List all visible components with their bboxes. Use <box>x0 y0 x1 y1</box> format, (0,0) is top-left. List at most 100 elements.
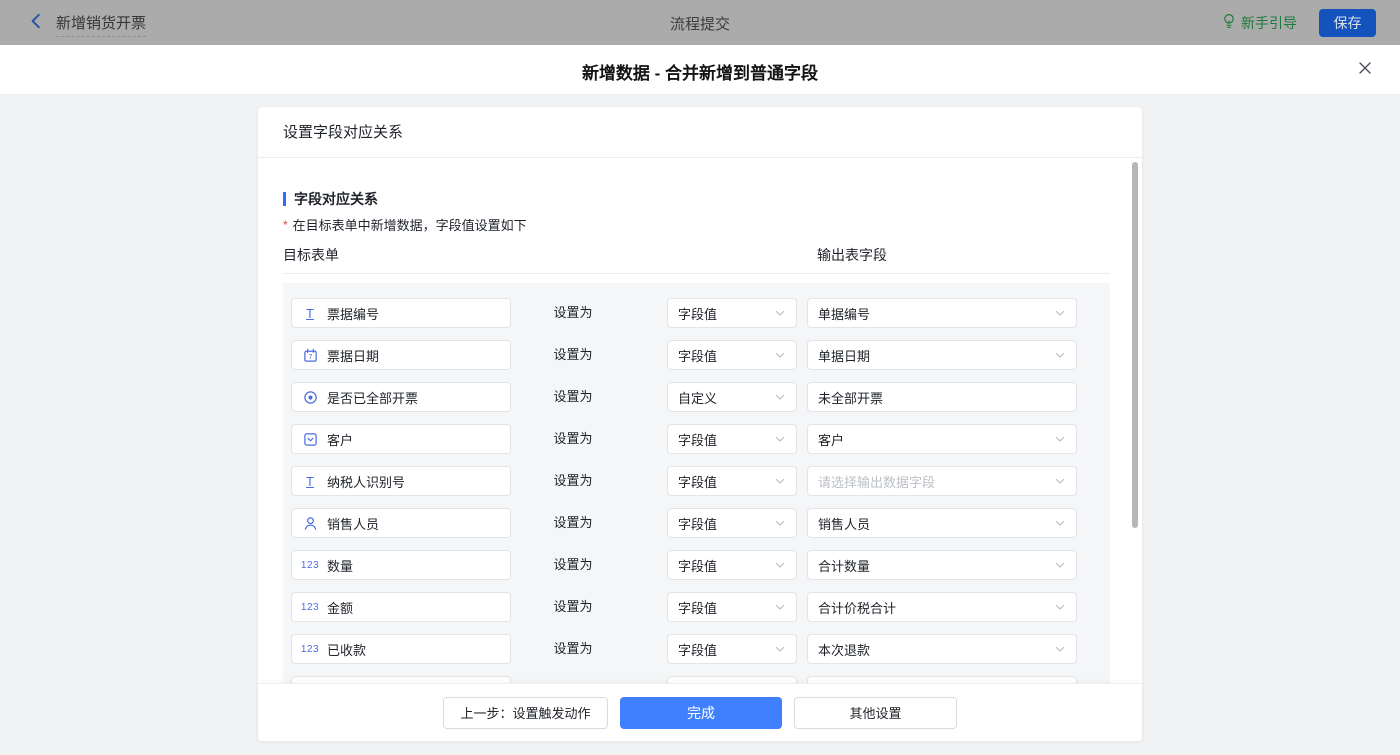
output-field-select[interactable]: 单据日期 <box>807 340 1077 370</box>
output-field-label: 单据日期 <box>818 346 870 365</box>
user-field-icon <box>302 516 318 531</box>
set-as-label: 设置为 <box>533 424 613 454</box>
chevron-down-icon <box>1054 517 1066 529</box>
chevron-down-icon <box>1054 643 1066 655</box>
output-field-select[interactable]: 本次退款 <box>807 634 1077 664</box>
mapping-row: T 票据编号 设置为 字段值 单据编号 <box>283 298 1110 328</box>
value-mode-select[interactable]: 字段值 <box>667 592 797 622</box>
chevron-down-icon <box>774 643 786 655</box>
output-field-label: 合计数量 <box>818 556 870 575</box>
vertical-scrollbar[interactable] <box>1132 162 1138 528</box>
text-field-icon: T <box>302 306 318 321</box>
target-field: 123 已收款 <box>291 634 511 664</box>
value-mode-label: 字段值 <box>678 598 717 617</box>
output-field-select[interactable]: 合计数量 <box>807 550 1077 580</box>
mapping-row: 是否已全部开票 设置为 自定义 未全部开票 <box>283 382 1110 412</box>
mapping-row: 客户 设置为 字段值 客户 <box>283 424 1110 454</box>
screen: 新增销货开票 流程提交 新手引导 保存 新增数据 - 合并新增到普通字段 <box>0 0 1400 755</box>
number-field-icon: 123 <box>302 560 318 571</box>
chevron-down-icon <box>774 307 786 319</box>
save-button[interactable]: 保存 <box>1319 9 1376 37</box>
target-field: T 纳税人识别号 <box>291 466 511 496</box>
column-headers: 目标表单 输出表字段 <box>283 245 1110 265</box>
value-mode-label: 字段值 <box>678 640 717 659</box>
target-field-label: 客户 <box>327 430 353 449</box>
set-as-label: 设置为 <box>533 340 613 370</box>
mapping-row: T 纳税人识别号 设置为 字段值 请选择输出数据字段 <box>283 466 1110 496</box>
mapping-row <box>283 676 1110 683</box>
output-field-label: 未全部开票 <box>818 388 883 407</box>
field-mapping-card: 设置字段对应关系 字段对应关系 * 在目标表单中新增数据，字段值设置如下 目标表单… <box>258 107 1142 741</box>
value-mode-select[interactable]: 字段值 <box>667 466 797 496</box>
section-title: 字段对应关系 <box>294 189 378 209</box>
target-field-label: 是否已全部开票 <box>327 388 418 407</box>
target-field-label: 数量 <box>327 556 353 575</box>
column-target-form: 目标表单 <box>283 245 339 265</box>
column-output-field: 输出表字段 <box>817 245 887 265</box>
mapping-row: 123 金额 设置为 字段值 合计价税合计 <box>283 592 1110 622</box>
card-header-title: 设置字段对应关系 <box>283 107 403 158</box>
output-field-select[interactable]: 客户 <box>807 424 1077 454</box>
chevron-down-icon <box>1054 307 1066 319</box>
chevron-down-icon <box>774 601 786 613</box>
done-button[interactable]: 完成 <box>620 697 782 729</box>
previous-step-button[interactable]: 上一步：设置触发动作 <box>443 697 608 729</box>
value-mode-select[interactable]: 字段值 <box>667 550 797 580</box>
value-mode-label: 字段值 <box>678 472 717 491</box>
section-heading: 字段对应关系 <box>283 189 378 209</box>
value-mode-label: 字段值 <box>678 346 717 365</box>
mapping-row: 123 数量 设置为 字段值 合计数量 <box>283 550 1110 580</box>
close-icon <box>1357 60 1373 81</box>
value-mode-label: 自定义 <box>678 388 717 407</box>
required-asterisk: * <box>283 218 288 232</box>
mapping-row: 7 票据日期 设置为 字段值 单据日期 <box>283 340 1110 370</box>
navbar-center-title: 流程提交 <box>0 13 1400 34</box>
target-field-label: 票据日期 <box>327 346 379 365</box>
target-field: 7 票据日期 <box>291 340 511 370</box>
chevron-down-icon <box>1054 559 1066 571</box>
chevron-down-icon <box>1054 475 1066 487</box>
target-field: 客户 <box>291 424 511 454</box>
chevron-down-icon <box>774 559 786 571</box>
set-as-label: 设置为 <box>533 634 613 664</box>
dialog-title: 新增数据 - 合并新增到普通字段 <box>0 59 1400 84</box>
value-mode-select[interactable]: 字段值 <box>667 340 797 370</box>
chevron-down-icon <box>774 517 786 529</box>
set-as-label: 设置为 <box>533 550 613 580</box>
chevron-down-icon <box>1054 433 1066 445</box>
section-accent-bar <box>283 192 286 206</box>
chevron-down-icon <box>774 349 786 361</box>
header-divider <box>283 273 1110 274</box>
output-field-select[interactable]: 单据编号 <box>807 298 1077 328</box>
output-field-label: 请选择输出数据字段 <box>818 472 935 491</box>
navbar-right: 新手引导 保存 <box>1222 0 1376 45</box>
target-field: 销售人员 <box>291 508 511 538</box>
value-mode-select[interactable]: 字段值 <box>667 634 797 664</box>
close-button[interactable] <box>1354 59 1376 81</box>
output-field-select[interactable]: 请选择输出数据字段 <box>807 466 1077 496</box>
chevron-down-icon <box>774 433 786 445</box>
output-field-select[interactable]: 销售人员 <box>807 508 1077 538</box>
output-field-label: 客户 <box>818 430 844 449</box>
other-settings-button[interactable]: 其他设置 <box>794 697 957 729</box>
target-field: 123 数量 <box>291 550 511 580</box>
value-mode-label: 字段值 <box>678 430 717 449</box>
note-text: 在目标表单中新增数据，字段值设置如下 <box>293 218 527 233</box>
target-field-label: 金额 <box>327 598 353 617</box>
value-mode-select[interactable] <box>667 676 797 683</box>
target-field-label: 纳税人识别号 <box>327 472 405 491</box>
value-mode-select[interactable]: 字段值 <box>667 424 797 454</box>
beginner-guide-link[interactable]: 新手引导 <box>1222 13 1297 33</box>
date-field-icon: 7 <box>302 348 318 363</box>
target-field-label: 票据编号 <box>327 304 379 323</box>
value-mode-select[interactable]: 字段值 <box>667 298 797 328</box>
value-mode-select[interactable]: 自定义 <box>667 382 797 412</box>
value-mode-select[interactable]: 字段值 <box>667 508 797 538</box>
chevron-down-icon <box>774 475 786 487</box>
output-field-label: 销售人员 <box>818 514 870 533</box>
output-field-select[interactable] <box>807 676 1077 683</box>
output-field-select[interactable]: 合计价税合计 <box>807 592 1077 622</box>
output-value-input[interactable]: 未全部开票 <box>807 382 1077 412</box>
output-field-label: 合计价税合计 <box>818 598 896 617</box>
mapping-panel: T 票据编号 设置为 字段值 单据编号 7 票据日期 设置为 字段值 <box>283 283 1110 683</box>
